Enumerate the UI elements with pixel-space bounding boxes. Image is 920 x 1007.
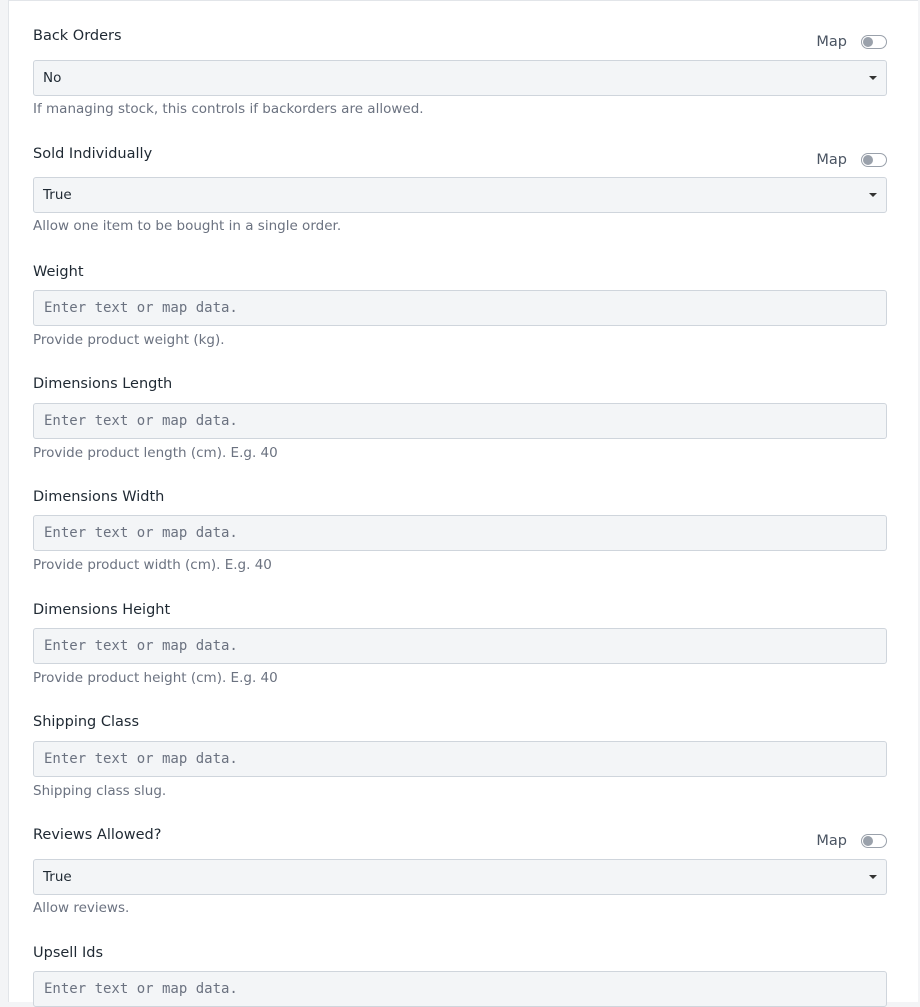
dimensions-length-help: Provide product length (cm). E.g. 40 [33, 445, 278, 461]
field-dimensions-length: Dimensions Length Provide product length… [33, 375, 887, 465]
reviews-allowed-help: Allow reviews. [33, 900, 130, 916]
field-upsell-ids: Upsell Ids [33, 944, 887, 1007]
shipping-class-help: Shipping class slug. [33, 783, 167, 799]
weight-label: Weight [33, 264, 84, 280]
field-reviews-allowed: Reviews Allowed? Map True Allow reviews. [33, 826, 887, 921]
field-back-orders: Back Orders Map No If managing stock, th… [33, 27, 887, 122]
back-orders-help: If managing stock, this controls if back… [33, 101, 424, 117]
field-weight: Weight Provide product weight (kg). [33, 263, 887, 353]
dimensions-height-help: Provide product height (cm). E.g. 40 [33, 670, 278, 686]
reviews-allowed-label: Reviews Allowed? [33, 827, 162, 843]
upsell-ids-label: Upsell Ids [33, 945, 103, 961]
dimensions-length-input[interactable] [33, 403, 887, 439]
weight-help: Provide product weight (kg). [33, 332, 225, 348]
reviews-allowed-selected-value: True [43, 869, 72, 885]
sold-individually-select[interactable]: True [33, 177, 887, 213]
weight-input[interactable] [33, 290, 887, 326]
back-orders-map-toggle[interactable]: Map [816, 33, 887, 51]
toggle-switch-icon[interactable] [861, 153, 887, 167]
shipping-class-label: Shipping Class [33, 714, 140, 730]
toggle-switch-icon[interactable] [861, 35, 887, 49]
dimensions-width-label: Dimensions Width [33, 489, 165, 505]
map-toggle-label: Map [816, 152, 847, 168]
back-orders-selected-value: No [43, 70, 62, 86]
sold-individually-map-toggle[interactable]: Map [816, 151, 887, 169]
caret-down-icon [869, 875, 877, 879]
sold-individually-selected-value: True [43, 187, 72, 203]
dimensions-height-input[interactable] [33, 628, 887, 664]
sold-individually-help: Allow one item to be bought in a single … [33, 218, 342, 234]
field-dimensions-height: Dimensions Height Provide product height… [33, 601, 887, 691]
dimensions-width-help: Provide product width (cm). E.g. 40 [33, 557, 272, 573]
reviews-allowed-map-toggle[interactable]: Map [816, 832, 887, 850]
toggle-switch-icon[interactable] [861, 834, 887, 848]
reviews-allowed-select[interactable]: True [33, 859, 887, 895]
field-dimensions-width: Dimensions Width Provide product width (… [33, 488, 887, 578]
back-orders-select[interactable]: No [33, 60, 887, 96]
dimensions-width-input[interactable] [33, 515, 887, 551]
product-fields-panel: Back Orders Map No If managing stock, th… [8, 0, 918, 1007]
caret-down-icon [869, 76, 877, 80]
field-sold-individually: Sold Individually Map True Allow one ite… [33, 145, 887, 240]
field-shipping-class: Shipping Class Shipping class slug. [33, 713, 887, 803]
map-toggle-label: Map [816, 34, 847, 50]
shipping-class-input[interactable] [33, 741, 887, 777]
sold-individually-label: Sold Individually [33, 146, 153, 162]
map-toggle-label: Map [816, 833, 847, 849]
caret-down-icon [869, 193, 877, 197]
dimensions-length-label: Dimensions Length [33, 376, 173, 392]
dimensions-height-label: Dimensions Height [33, 602, 171, 618]
back-orders-label: Back Orders [33, 28, 122, 44]
